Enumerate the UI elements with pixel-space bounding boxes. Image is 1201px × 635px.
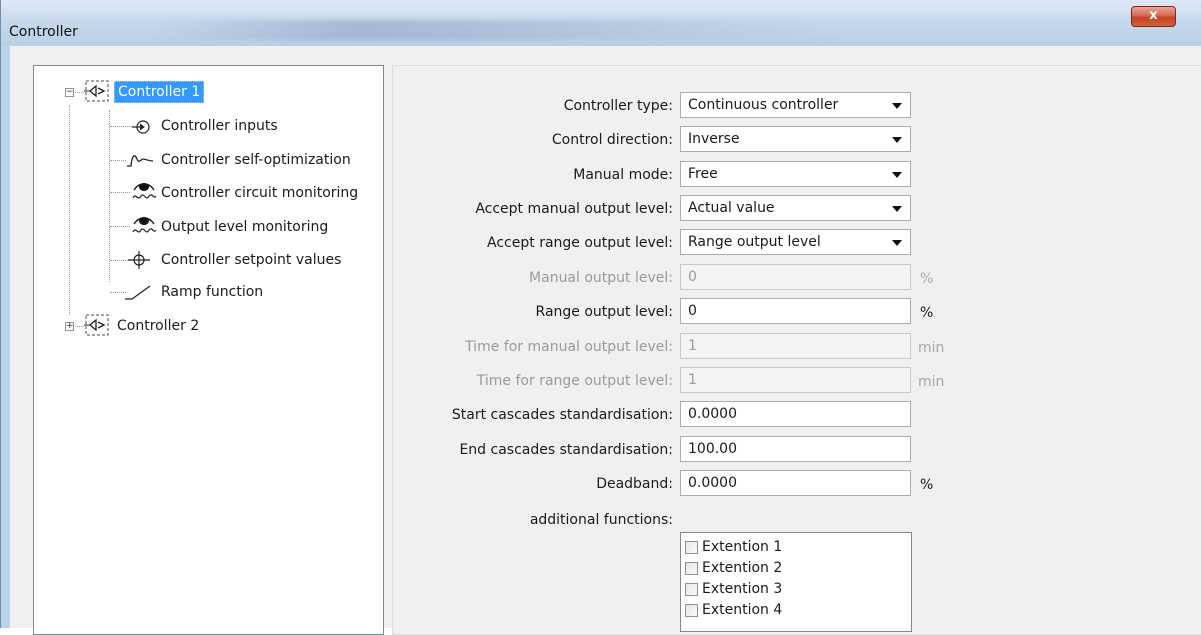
control-direction-select[interactable]: Inverse [680,126,911,152]
start-cascades-label: Start cascades standardisation: [451,407,673,423]
controller-type-label: Controller type: [563,98,673,114]
tree-connector [69,105,70,315]
time-manual-label: Time for manual output level: [465,339,673,355]
title-glare [151,20,841,40]
tree-connector [110,226,130,227]
list-item-label: Extention 3 [702,581,783,597]
checkbox[interactable] [685,540,698,554]
deadband-label: Deadband: [596,476,673,492]
controller-block-icon [84,80,109,102]
close-button[interactable]: x [1131,6,1176,27]
additional-functions-label: additional functions: [529,512,673,528]
list-item-label: Extention 4 [702,602,783,618]
manual-output-field[interactable]: 0 [680,264,911,290]
control-direction-value: Inverse [688,131,740,147]
manual-output-label: Manual output level: [529,270,673,286]
end-cascades-field[interactable]: 100.00 [680,436,911,462]
tree-view[interactable]: − Controller 1 Controller inputs Control… [33,65,384,635]
checkbox[interactable] [685,582,698,596]
list-item[interactable]: Extention 3 [685,579,782,599]
additional-functions-list[interactable]: Extention 1 Extention 2 Extention 3 Exte… [680,532,912,632]
dialog-client: − Controller 1 Controller inputs Control… [10,46,1201,635]
title-bar: Controller x [1,0,1201,46]
time-range-unit: min [918,374,945,390]
tree-item-label: Controller circuit monitoring [161,185,359,201]
tree-item-ramp-function[interactable]: Ramp function [158,280,266,304]
tree-item-circuit-monitoring[interactable]: Controller circuit monitoring [158,181,361,205]
close-icon: x [1149,8,1158,23]
tree-item-output-monitoring[interactable]: Output level monitoring [158,215,331,239]
accept-range-label: Accept range output level: [487,235,673,251]
manual-output-unit: % [920,271,934,287]
time-range-field[interactable]: 1 [680,367,911,393]
controller-block-icon [84,314,109,336]
range-output-field[interactable]: 0 [680,298,911,324]
tree-item-controller-2[interactable]: Controller 2 [114,314,202,338]
tree-item-label: Output level monitoring [161,219,329,235]
accept-manual-select[interactable]: Actual value [680,195,911,221]
manual-mode-select[interactable]: Free [680,161,911,187]
tree-item-label: Controller setpoint values [161,252,342,268]
collapse-toggle[interactable]: − [65,88,74,97]
manual-mode-label: Manual mode: [573,167,673,183]
circuit-monitoring-eye-icon [132,183,157,199]
tree-item-label: Controller 2 [117,318,200,334]
tree-item-label: Controller inputs [161,118,278,134]
chevron-down-icon [892,137,902,143]
list-item-label: Extention 2 [702,560,783,576]
tree-item-label: Controller 1 [114,81,205,103]
tree-item-label: Controller self-optimization [161,152,351,168]
tree-item-setpoint-values[interactable]: Controller setpoint values [158,248,344,272]
window-title: Controller [9,24,78,40]
chevron-down-icon [892,103,902,109]
tree-item-self-optimization[interactable]: Controller self-optimization [158,148,354,172]
manual-mode-value: Free [688,166,718,182]
ramp-icon [125,285,151,300]
chevron-down-icon [892,240,902,246]
list-item[interactable]: Extention 1 [685,537,782,557]
accept-manual-label: Accept manual output level: [475,201,673,217]
control-direction-label: Control direction: [551,132,673,148]
list-item[interactable]: Extention 4 [685,600,782,620]
list-item[interactable]: Extention 2 [685,558,782,578]
accept-range-select[interactable]: Range output level [680,229,911,255]
time-range-label: Time for range output level: [476,373,673,389]
time-manual-unit: min [918,340,945,356]
tree-item-controller-1[interactable]: Controller 1 [114,80,205,104]
setpoint-crosshair-icon [128,251,150,269]
tree-connector [110,192,130,193]
deadband-unit: % [920,477,934,493]
range-output-unit: % [920,305,934,321]
controller-window: Controller x − Controller 1 Controller i… [0,0,1201,635]
range-output-label: Range output level: [535,304,673,320]
chevron-down-icon [892,172,902,178]
expand-toggle[interactable]: + [65,322,74,331]
end-cascades-label: End cascades standardisation: [459,442,673,458]
deadband-field[interactable]: 0.0000 [680,470,911,496]
accept-manual-value: Actual value [688,200,775,216]
checkbox[interactable] [685,561,698,575]
tree-item-label: Ramp function [161,284,264,300]
controller-type-value: Continuous controller [688,97,839,113]
tree-connector [109,110,110,282]
time-manual-field[interactable]: 1 [680,333,911,359]
controller-type-select[interactable]: Continuous controller [680,92,911,118]
tree-item-controller-inputs[interactable]: Controller inputs [158,114,281,138]
controller-inputs-icon [132,120,150,134]
accept-range-value: Range output level [688,234,821,250]
start-cascades-field[interactable]: 0.0000 [680,401,911,427]
chevron-down-icon [892,206,902,212]
tree-connector [110,160,126,161]
self-optimization-wave-icon [127,155,154,167]
checkbox[interactable] [685,603,698,617]
list-item-label: Extention 1 [702,539,783,555]
output-monitoring-eye-icon [132,217,157,233]
